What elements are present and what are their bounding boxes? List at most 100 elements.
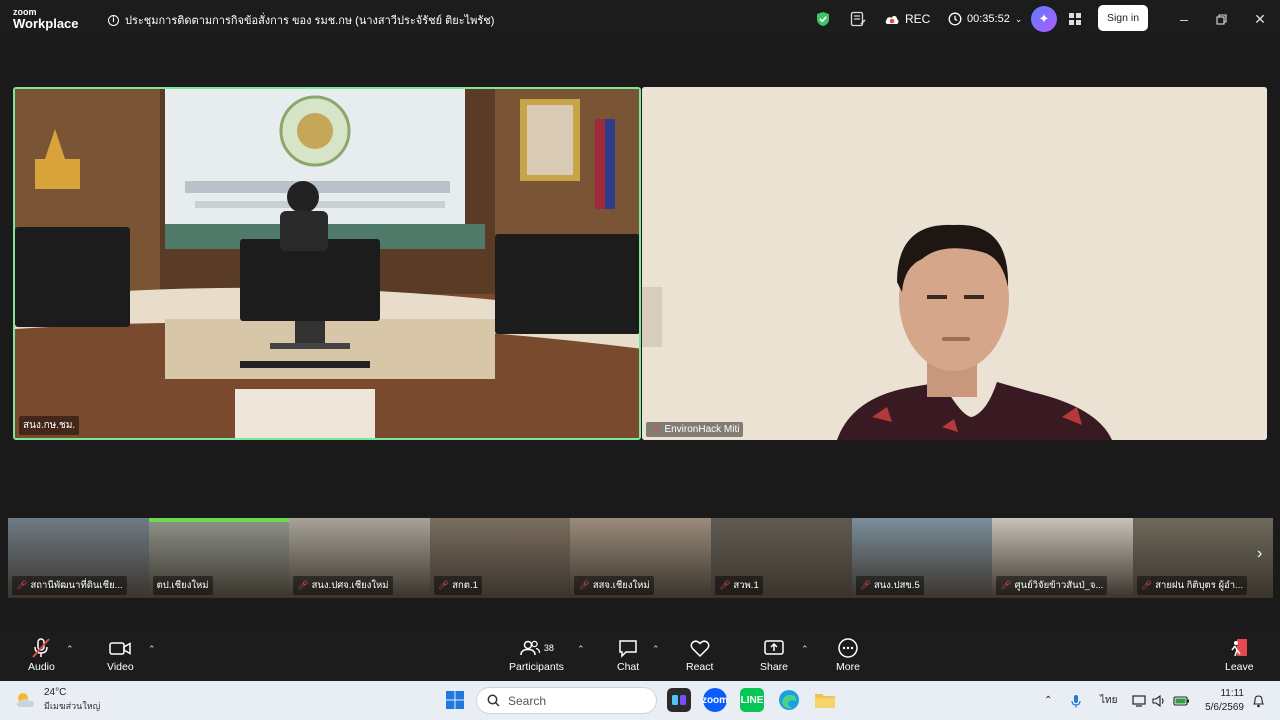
edge-browser-icon[interactable] bbox=[777, 688, 801, 712]
more-button[interactable]: More bbox=[836, 635, 860, 673]
mic-muted-icon: 🎤︎ bbox=[437, 580, 450, 590]
file-explorer-icon[interactable] bbox=[813, 688, 837, 712]
audio-options-chevron-icon[interactable]: ⌃ bbox=[66, 644, 74, 655]
mic-muted-icon: 🎤︎ bbox=[718, 580, 731, 590]
filmstrip-tile[interactable]: 🎤︎ สถานีพัฒนาที่ดินเชีย... bbox=[8, 518, 149, 598]
recording-indicator[interactable]: REC bbox=[884, 0, 930, 38]
weather-widget[interactable]: 24°C มีเมฆส่วนใหญ่ bbox=[14, 687, 100, 713]
meeting-title-text: ประชุมการติดตามการกิจข้อสั่งการ ของ รมช.… bbox=[125, 15, 495, 27]
tile-name-text: สวพ.1 bbox=[733, 580, 759, 591]
filmstrip-tile[interactable]: 🎤︎ สนง.ปสข.5 bbox=[851, 518, 993, 598]
timer-text: 00:35:52 bbox=[967, 13, 1010, 25]
meeting-title[interactable]: i ประชุมการติดตามการกิจข้อสั่งการ ของ รม… bbox=[108, 11, 494, 29]
audio-button[interactable]: Audio bbox=[28, 635, 55, 673]
restore-icon[interactable] bbox=[1203, 0, 1239, 38]
windows-start-icon[interactable] bbox=[443, 688, 467, 712]
close-icon[interactable]: ✕ bbox=[1242, 0, 1278, 38]
mic-muted-icon: 🎤︎ bbox=[16, 580, 28, 590]
mic-muted-icon bbox=[30, 635, 52, 661]
notes-icon[interactable] bbox=[850, 0, 866, 38]
search-placeholder: Search bbox=[508, 693, 547, 708]
system-clock[interactable]: 11:11 5/6/2569 bbox=[1196, 687, 1244, 715]
notification-bell-icon[interactable] bbox=[1252, 681, 1265, 720]
apps-grid-icon[interactable] bbox=[1068, 0, 1082, 38]
meeting-timer[interactable]: 00:35:52 ⌄ bbox=[948, 0, 1022, 38]
filmstrip-tile-active[interactable]: ตป.เชียงใหม่ bbox=[148, 518, 290, 598]
logo-workplace-text: Workplace bbox=[13, 16, 79, 31]
language-indicator[interactable]: ไทย bbox=[1100, 681, 1117, 720]
chat-button[interactable]: Chat bbox=[617, 635, 639, 673]
windows-taskbar: 24°C มีเมฆส่วนใหญ่ Search zoom LINE ⌃ ไท… bbox=[0, 681, 1280, 720]
microphone-tray-icon[interactable] bbox=[1070, 681, 1082, 720]
tile-name-text: สายฝน กิติบุตร ผู้อำ... bbox=[1155, 580, 1243, 591]
title-bar: zoom Workplace i ประชุมการติดตามการกิจข้… bbox=[0, 0, 1280, 38]
info-icon[interactable]: i bbox=[108, 14, 119, 26]
video-button[interactable]: Video bbox=[107, 635, 134, 673]
video-camera-icon bbox=[108, 635, 132, 661]
video-tile-participant[interactable]: 🎤︎ EnvironHack Miti bbox=[642, 87, 1267, 440]
filmstrip-tile[interactable]: 🎤︎ ศูนย์วิจัยข้าวสันป่_จ... bbox=[992, 518, 1133, 598]
react-button[interactable]: React bbox=[686, 635, 713, 673]
participants-button[interactable]: 38 Participants bbox=[509, 635, 564, 673]
leave-button[interactable]: Leave bbox=[1225, 635, 1254, 673]
volume-icon[interactable] bbox=[1152, 681, 1166, 720]
minimize-icon[interactable]: – bbox=[1166, 0, 1202, 38]
audio-label: Audio bbox=[28, 661, 55, 673]
rec-label: REC bbox=[905, 12, 931, 26]
tile-name-text: สนง.ปสข.5 bbox=[874, 580, 920, 591]
filmstrip-tile[interactable]: 🎤︎ สวพ.1 bbox=[710, 518, 852, 598]
share-button[interactable]: Share bbox=[760, 635, 788, 673]
clock-icon bbox=[948, 12, 962, 26]
ai-companion-button[interactable]: ✦ bbox=[1031, 0, 1057, 38]
tile-name-text: สนง.กษ.ชม. bbox=[23, 420, 76, 431]
task-view-app-icon[interactable] bbox=[667, 688, 691, 712]
tile-name-text: สถานีพัฒนาที่ดินเชีย... bbox=[30, 580, 123, 591]
tile-name-text: สนง.ปศจ.เชียงใหม่ bbox=[311, 580, 389, 591]
participants-options-chevron-icon[interactable]: ⌃ bbox=[577, 644, 585, 655]
participant-name-label: 🎤︎ ศูนย์วิจัยข้าวสันป่_จ... bbox=[996, 576, 1108, 595]
sign-in-button[interactable]: Sign in bbox=[1098, 5, 1148, 31]
clock-date: 5/6/2569 bbox=[1205, 702, 1244, 713]
chevron-down-icon[interactable]: ⌄ bbox=[1015, 14, 1023, 25]
battery-icon[interactable] bbox=[1173, 681, 1190, 720]
taskbar-search-input[interactable]: Search bbox=[476, 687, 657, 714]
encryption-shield-icon[interactable] bbox=[816, 0, 830, 38]
zoom-app-icon[interactable]: zoom bbox=[702, 688, 728, 712]
heart-icon bbox=[689, 635, 711, 661]
participant-webcam-video bbox=[642, 87, 1267, 440]
more-label: More bbox=[836, 661, 860, 673]
chat-options-chevron-icon[interactable]: ⌃ bbox=[652, 644, 660, 655]
filmstrip-next-chevron-icon[interactable]: › bbox=[1257, 545, 1262, 563]
office-meeting-video bbox=[15, 89, 639, 438]
participant-name-label: 🎤︎ สสจ.เชียงใหม่ bbox=[574, 576, 654, 595]
mic-muted-icon: 🎤︎ bbox=[1000, 580, 1012, 590]
chat-bubble-icon bbox=[617, 635, 639, 661]
filmstrip-tile[interactable]: 🎤︎ สายฝน กิติบุตร ผู้อำ... bbox=[1132, 518, 1274, 598]
tray-overflow-chevron-icon[interactable]: ⌃ bbox=[1044, 681, 1052, 720]
participant-name-label: 🎤︎ สายฝน กิติบุตร ผู้อำ... bbox=[1136, 576, 1247, 595]
filmstrip-tile[interactable]: 🎤︎ สนง.ปศจ.เชียงใหม่ bbox=[289, 518, 430, 598]
more-ellipsis-icon bbox=[837, 635, 859, 661]
react-label: React bbox=[686, 661, 714, 673]
tile-name-text: ศูนย์วิจัยข้าวสันป่_จ... bbox=[1014, 580, 1104, 591]
line-app-icon[interactable]: LINE bbox=[740, 688, 764, 712]
mic-muted-icon: 🎤︎ bbox=[650, 424, 662, 434]
participant-name-label: 🎤︎ สวพ.1 bbox=[714, 576, 763, 595]
participants-icon: 38 bbox=[519, 635, 554, 661]
participant-name-label: สนง.กษ.ชม. bbox=[19, 416, 80, 435]
participants-label: Participants bbox=[509, 661, 564, 673]
network-icon[interactable] bbox=[1132, 681, 1146, 720]
meeting-toolbar: Audio ⌃ Video ⌃ 38 Participants ⌃ Chat ⌃… bbox=[0, 631, 1280, 681]
cloud-recording-icon bbox=[885, 16, 899, 24]
share-options-chevron-icon[interactable]: ⌃ bbox=[801, 644, 809, 655]
tile-name-text: EnvironHack Miti bbox=[664, 424, 740, 435]
filmstrip-tile[interactable]: 🎤︎ สกต.1 bbox=[429, 518, 571, 598]
filmstrip-tile[interactable]: 🎤︎ สสจ.เชียงใหม่ bbox=[570, 518, 711, 598]
tile-name-text: ตป.เชียงใหม่ bbox=[156, 580, 209, 591]
participant-name-label: 🎤︎ สนง.ปศจ.เชียงใหม่ bbox=[293, 576, 393, 595]
filmstrip: 🎤︎ สถานีพัฒนาที่ดินเชีย... ตป.เชียงใหม่ 🎤… bbox=[8, 518, 1274, 598]
video-tile-active-speaker[interactable]: สนง.กษ.ชม. bbox=[13, 87, 641, 440]
video-options-chevron-icon[interactable]: ⌃ bbox=[148, 644, 156, 655]
weather-temp: 24°C bbox=[44, 687, 67, 698]
mic-muted-icon: 🎤︎ bbox=[578, 580, 590, 590]
